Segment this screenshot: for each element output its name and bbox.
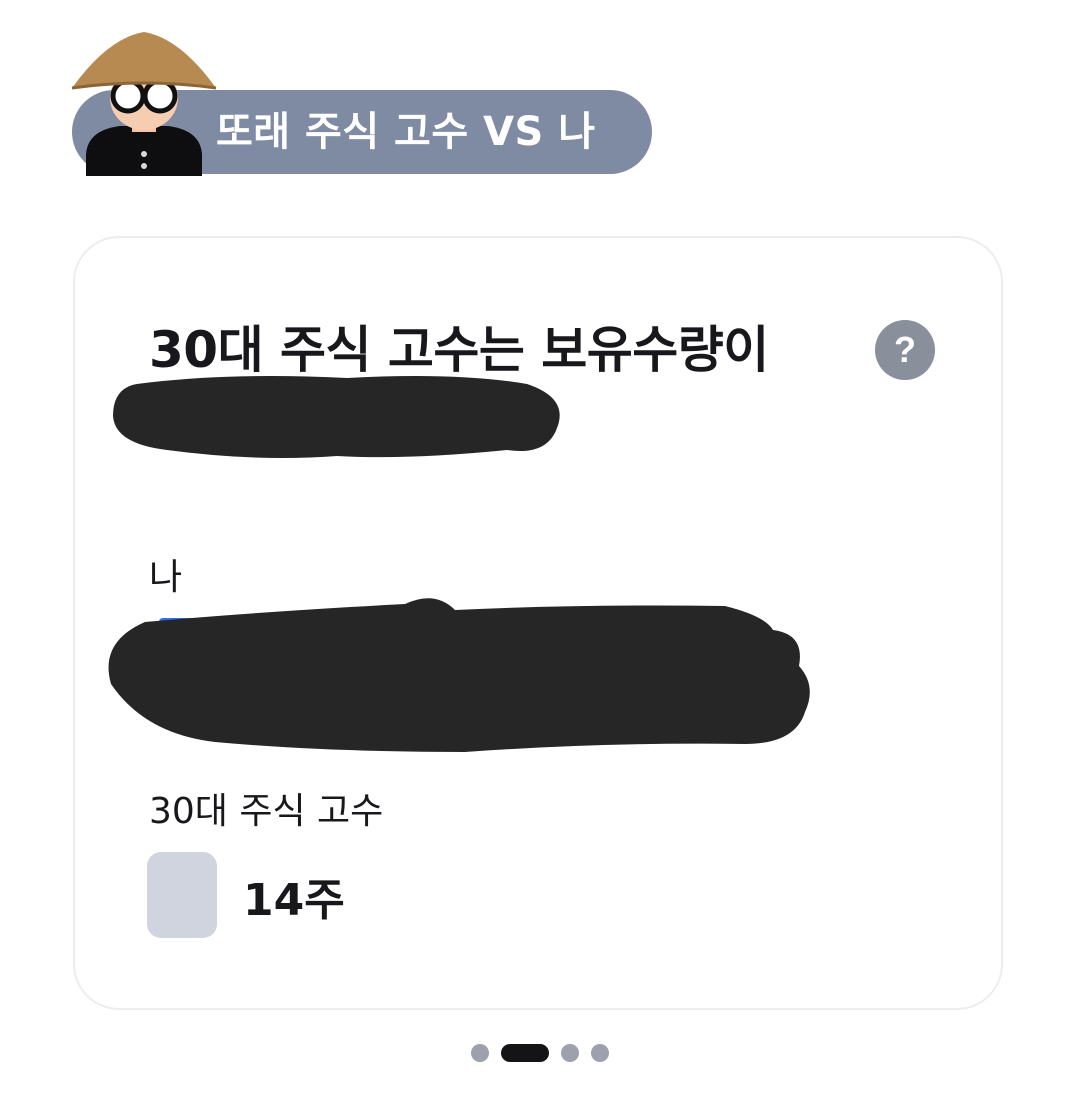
pager-dot-active[interactable] [501,1044,549,1062]
card-title: 30대 주식 고수는 보유수량이 [149,321,769,379]
me-label: 나 [149,557,183,598]
farmer-avatar-icon [68,30,218,176]
carousel-pager [0,1042,1078,1064]
expert-label: 30대 주식 고수 [149,791,384,832]
pager-dot[interactable] [561,1044,579,1062]
comparison-card: 30대 주식 고수는 보유수량이 ? 나 30대 주식 고수 14주 [73,236,1003,1010]
expert-value: 14주 [243,875,345,926]
header-title: 또래 주식 고수 VS 나 [216,109,596,155]
pager-dot[interactable] [471,1044,489,1062]
expert-bar [147,852,217,938]
pager-dot[interactable] [591,1044,609,1062]
me-bar [159,618,619,626]
question-circle-icon[interactable]: ? [875,320,935,380]
